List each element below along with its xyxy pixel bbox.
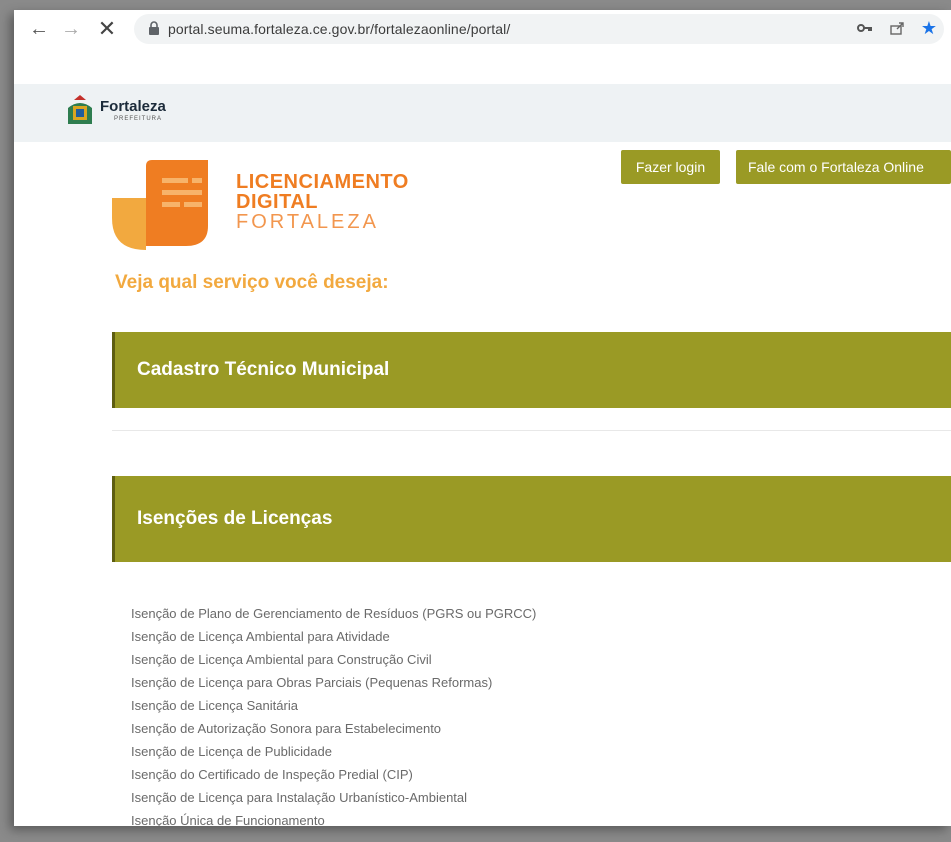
brand-line1: LICENCIAMENTO <box>236 171 409 193</box>
section-isencoes[interactable]: Isenções de Licenças <box>112 476 951 562</box>
section-cadastro-tecnico[interactable]: Cadastro Técnico Municipal <box>112 332 951 408</box>
service-link[interactable]: Isenção de Licença de Publicidade <box>131 740 925 763</box>
key-icon[interactable] <box>856 19 874 37</box>
service-link[interactable]: Isenção de Licença Sanitária <box>131 694 925 717</box>
divider <box>112 430 951 431</box>
lock-icon[interactable] <box>148 21 160 35</box>
back-arrow-icon[interactable]: ← <box>26 16 52 42</box>
stop-icon[interactable]: ✕ <box>94 16 120 42</box>
service-list: Isenção de Plano de Gerenciamento de Res… <box>131 602 925 826</box>
licenciamento-logo-icon <box>112 160 208 250</box>
site-header: Fortaleza PREFEITURA <box>14 84 951 142</box>
login-button[interactable]: Fazer login <box>621 150 720 184</box>
service-link[interactable]: Isenção de Autorização Sonora para Estab… <box>131 717 925 740</box>
url-text[interactable]: portal.seuma.fortaleza.ce.gov.br/fortale… <box>168 21 510 37</box>
service-link[interactable]: Isenção de Licença Ambiental para Constr… <box>131 648 925 671</box>
city-crest-icon <box>68 95 92 124</box>
contact-button[interactable]: Fale com o Fortaleza Online <box>736 150 951 184</box>
service-link[interactable]: Isenção de Licença Ambiental para Ativid… <box>131 625 925 648</box>
city-logo[interactable]: Fortaleza PREFEITURA <box>64 94 166 126</box>
address-bar-actions: ★ <box>856 18 938 38</box>
section-title: Isenções de Licenças <box>137 508 333 529</box>
share-icon[interactable] <box>888 19 906 37</box>
browser-toolbar: ← → ✕ portal.seuma.fortaleza.ce.gov.br/f… <box>14 10 951 48</box>
brand-line3: FORTALEZA <box>236 211 379 233</box>
forward-arrow-icon[interactable]: → <box>58 16 84 42</box>
browser-window: ← → ✕ portal.seuma.fortaleza.ce.gov.br/f… <box>14 10 951 826</box>
section-title: Cadastro Técnico Municipal <box>137 359 390 380</box>
brand-line2: DIGITAL <box>236 191 319 213</box>
star-icon[interactable]: ★ <box>920 18 938 38</box>
service-link[interactable]: Isenção de Licença para Obras Parciais (… <box>131 671 925 694</box>
brand-wordmark: LICENCIAMENTO DIGITAL FORTALEZA <box>236 172 409 232</box>
city-name: Fortaleza <box>100 97 166 115</box>
service-link[interactable]: Isenção de Plano de Gerenciamento de Res… <box>131 602 925 625</box>
address-bar[interactable]: portal.seuma.fortaleza.ce.gov.br/fortale… <box>134 14 944 44</box>
service-link[interactable]: Isenção Única de Funcionamento <box>131 809 925 826</box>
service-link[interactable]: Isenção de Licença para Instalação Urban… <box>131 786 925 809</box>
city-subtitle: PREFEITURA <box>114 115 163 122</box>
service-prompt: Veja qual serviço você deseja: <box>115 272 389 293</box>
service-link[interactable]: Isenção do Certificado de Inspeção Predi… <box>131 763 925 786</box>
